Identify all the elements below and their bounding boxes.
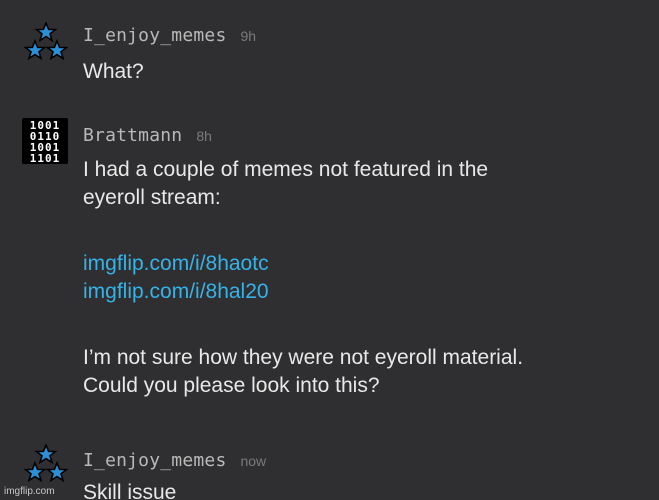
text-line: I had a couple of memes not featured in … xyxy=(83,158,489,181)
comment-thread: I_enjoy_memes 9h What? 1001 0110 1001 1101 B… xyxy=(0,0,659,500)
link[interactable]: imgflip.com/i/8haotc xyxy=(83,250,523,278)
username[interactable]: I_enjoy_memes xyxy=(83,450,226,471)
link[interactable]: imgflip.com/i/8hal20 xyxy=(83,278,523,306)
text-line: eyeroll stream: xyxy=(83,186,221,209)
watermark: imgflip.com xyxy=(4,486,55,497)
binary-icon[interactable]: 1001 0110 1001 1101 xyxy=(22,118,68,165)
comment-header: I_enjoy_memes now xyxy=(83,450,266,471)
text-line: I’m not sure how they were not eyeroll m… xyxy=(83,346,524,369)
comment-text: Skill issue xyxy=(83,481,177,500)
comment-header: Brattmann 8h xyxy=(83,125,212,146)
timestamp: 8h xyxy=(196,128,212,144)
timestamp: now xyxy=(240,453,267,469)
text-line: Could you please look into this? xyxy=(83,374,380,397)
timestamp: 9h xyxy=(240,28,257,44)
binary-row: 1101 xyxy=(30,152,61,164)
username[interactable]: I_enjoy_memes xyxy=(83,25,226,46)
comment-text: What? xyxy=(83,60,144,83)
comment-header: I_enjoy_memes 9h xyxy=(83,25,256,46)
stars-icon[interactable] xyxy=(23,20,69,66)
stars-icon[interactable] xyxy=(23,442,69,488)
comment-text: I had a couple of memes not featured in … xyxy=(83,156,523,400)
username[interactable]: Brattmann xyxy=(83,125,182,146)
